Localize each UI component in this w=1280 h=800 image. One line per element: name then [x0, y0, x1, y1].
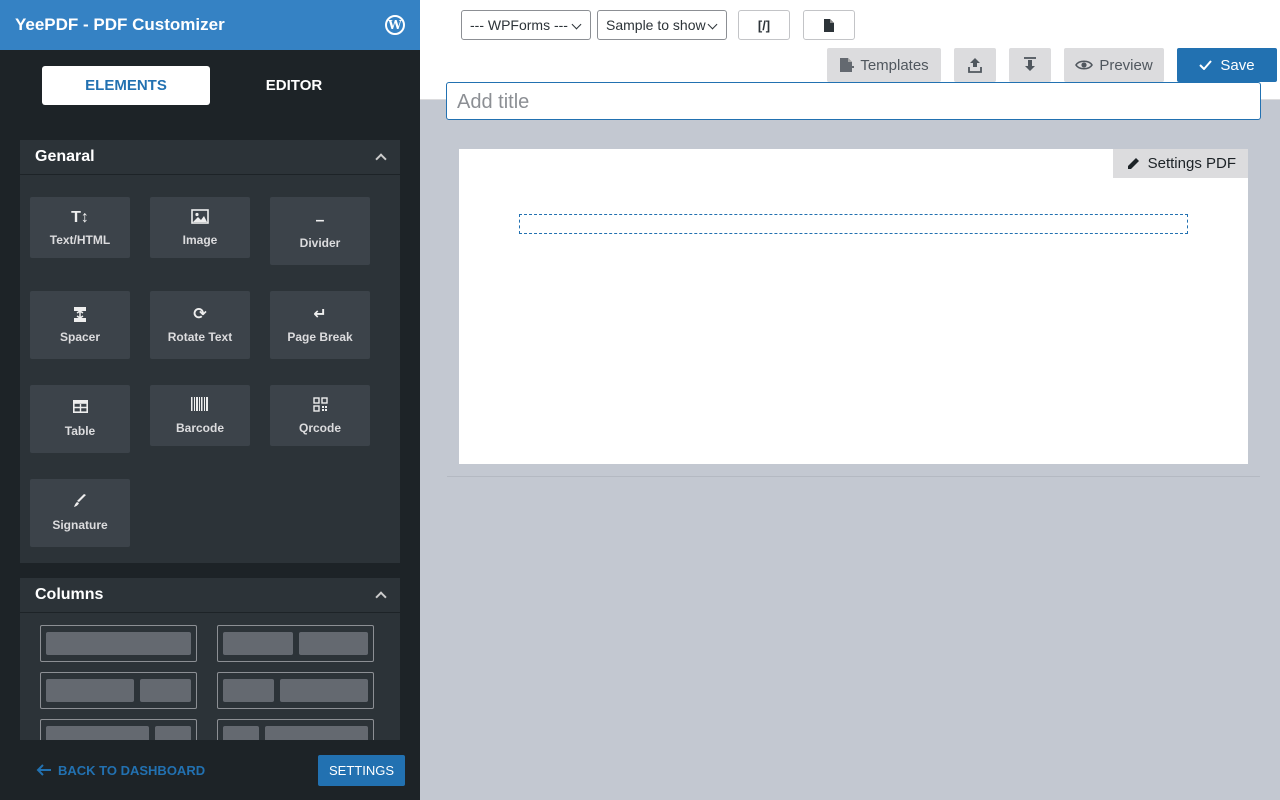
element-qrcode[interactable]: Qrcode [270, 385, 370, 446]
sidebar-footer: BACK TO DASHBOARD SETTINGS [0, 740, 420, 800]
element-label: Barcode [175, 420, 225, 435]
shortcode-icon: [/] [757, 17, 771, 33]
chevron-up-icon[interactable] [375, 153, 387, 165]
element-text-html[interactable]: T↕ Text/HTML [30, 197, 130, 258]
element-table[interactable]: Table [30, 385, 130, 453]
form-select[interactable]: --- WPForms --- [461, 10, 591, 40]
column-layout-1[interactable] [40, 625, 197, 662]
preview-label: Preview [1099, 56, 1153, 74]
element-label: Image [182, 232, 218, 247]
page-break-icon: ↵ [313, 306, 327, 323]
column-layout-1-1[interactable] [217, 625, 374, 662]
column-layout-3-1[interactable] [40, 719, 197, 740]
barcode-icon [191, 396, 209, 415]
back-to-dashboard-link[interactable]: BACK TO DASHBOARD [36, 763, 205, 778]
pencil-icon [1127, 158, 1139, 169]
element-page-break[interactable]: ↵ Page Break [270, 291, 370, 359]
chevron-up-icon[interactable] [375, 591, 387, 603]
table-icon [72, 400, 88, 418]
form-select-value: --- WPForms --- [470, 17, 568, 33]
preview-button[interactable]: Preview [1064, 48, 1164, 82]
save-button[interactable]: Save [1177, 48, 1277, 82]
column-layout-1-2[interactable] [217, 672, 374, 709]
element-rotate-text[interactable]: ⟳ Rotate Text [150, 291, 250, 359]
spacer-icon [72, 306, 88, 324]
upload-icon [968, 58, 982, 73]
text-html-icon: T↕ [71, 208, 89, 226]
element-label: Rotate Text [167, 330, 233, 344]
element-label: Table [64, 424, 96, 438]
templates-icon [840, 58, 855, 72]
general-panel-title: Genaral [35, 148, 95, 165]
arrow-left-icon [36, 764, 51, 776]
settings-pdf-button[interactable]: Settings PDF [1112, 149, 1248, 178]
qrcode-icon [312, 396, 328, 415]
title-placeholder: Add title [457, 91, 530, 113]
element-barcode[interactable]: Barcode [150, 385, 250, 446]
pdf-canvas[interactable]: Settings PDF [459, 149, 1248, 464]
templates-label: Templates [860, 56, 929, 74]
column-layout-1-3[interactable] [217, 719, 374, 740]
export-button[interactable] [954, 48, 996, 82]
tab-editor[interactable]: EDITOR [210, 66, 378, 105]
image-icon [191, 208, 209, 227]
save-label: Save [1220, 56, 1255, 74]
download-icon [1024, 57, 1036, 71]
columns-panel-header[interactable]: Columns [20, 578, 400, 613]
sample-select[interactable]: Sample to show [597, 10, 727, 40]
rotate-icon: ⟳ [193, 306, 207, 323]
document-icon [824, 18, 834, 32]
tab-elements[interactable]: ELEMENTS [42, 66, 210, 105]
import-button[interactable] [1009, 48, 1051, 82]
wordpress-icon[interactable]: W [385, 15, 405, 35]
element-image[interactable]: Image [150, 197, 250, 258]
divider-icon: – [315, 212, 325, 229]
signature-icon [73, 494, 87, 512]
element-spacer[interactable]: Spacer [30, 291, 130, 359]
back-to-dashboard-label: BACK TO DASHBOARD [58, 762, 206, 778]
sidebar-header: YeePDF - PDF Customizer W [0, 0, 420, 50]
columns-grid [20, 613, 400, 740]
divider-line [447, 476, 1260, 477]
templates-button[interactable]: Templates [827, 48, 941, 82]
shortcode-button[interactable]: [/] [738, 10, 790, 40]
columns-panel-title: Columns [35, 586, 104, 603]
general-elements-grid: T↕ Text/HTML Image – Divider Spacer ⟳ Ro… [20, 175, 400, 563]
element-signature[interactable]: Signature [30, 479, 130, 547]
element-divider[interactable]: – Divider [270, 197, 370, 265]
sidebar: YeePDF - PDF Customizer W ELEMENTS EDITO… [0, 0, 420, 800]
drop-zone[interactable] [519, 214, 1188, 234]
title-input[interactable]: Add title [446, 82, 1261, 120]
check-icon [1199, 60, 1213, 70]
column-layout-2-1[interactable] [40, 672, 197, 709]
element-label: Signature [52, 518, 108, 532]
columns-panel: Columns [20, 578, 400, 740]
element-label: Spacer [59, 330, 101, 344]
settings-button[interactable]: SETTINGS [317, 754, 405, 786]
eye-icon [1075, 60, 1094, 70]
document-button[interactable] [803, 10, 855, 40]
app-title: YeePDF - PDF Customizer [15, 15, 225, 34]
general-panel-header[interactable]: Genaral [20, 140, 400, 175]
sidebar-tabs: ELEMENTS EDITOR [42, 66, 378, 105]
elements-scroll-area[interactable]: Genaral T↕ Text/HTML Image – Divider Spa… [20, 140, 400, 740]
sample-select-value: Sample to show [606, 17, 706, 33]
element-label: Page Break [287, 330, 353, 344]
element-label: Qrcode [298, 420, 341, 435]
element-label: Text/HTML [49, 232, 111, 247]
general-panel: Genaral T↕ Text/HTML Image – Divider Spa… [20, 140, 400, 563]
element-label: Divider [299, 236, 341, 250]
settings-pdf-label: Settings PDF [1147, 155, 1236, 172]
